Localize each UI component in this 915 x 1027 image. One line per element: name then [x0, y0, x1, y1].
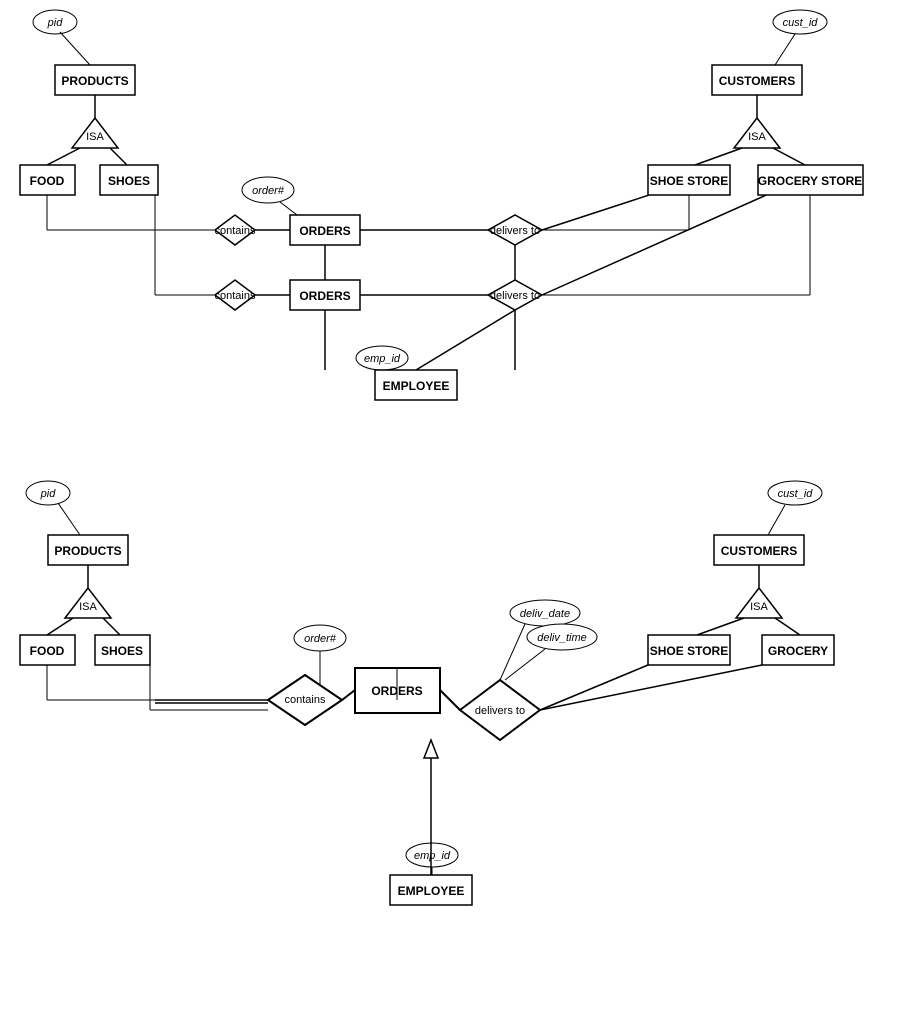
attr-order-bot-label: order#	[304, 633, 337, 645]
attr-order-top-label: order#	[252, 185, 285, 197]
er-diagram: pid PRODUCTS ISA FOOD SHOES order# ORDER…	[0, 0, 915, 1022]
line-delivers-grocery-bot	[540, 665, 762, 710]
line-contains-orders-bot	[342, 690, 355, 700]
line-isa-food-bot	[47, 618, 73, 635]
attr-pid-bot-label: pid	[40, 488, 57, 500]
entity-shoestore-top-label: SHOE STORE	[650, 174, 728, 188]
entity-orders-top2-label: ORDERS	[299, 289, 350, 303]
isa-customers-top-label: ISA	[748, 131, 766, 143]
entity-shoes-top-label: SHOES	[108, 174, 150, 188]
entity-employee-top-label: EMPLOYEE	[383, 379, 450, 393]
entity-grocerystore-top-label: GROCERY STORE	[758, 174, 862, 188]
line-custid-customers-top	[775, 34, 795, 65]
attr-delivdate-bot-label: deliv_date	[520, 608, 570, 620]
line-order-orders-top	[280, 202, 297, 215]
line-isa-grocery-top	[773, 148, 805, 165]
entity-shoes-bot-label: SHOES	[101, 644, 143, 658]
line-pid-products-bot	[58, 503, 80, 535]
line-isa-shoes-top	[110, 148, 127, 165]
line-isa-shoes-bot	[103, 618, 120, 635]
entity-grocery-bot-label: GROCERY	[768, 644, 828, 658]
isa-customers-bot-label: ISA	[750, 601, 768, 613]
isa-products-top-label: ISA	[86, 131, 104, 143]
rel-delivers-top2-label: delivers to	[490, 290, 540, 302]
entity-food-bot-label: FOOD	[30, 644, 65, 658]
entity-employee-bot-label: EMPLOYEE	[398, 884, 465, 898]
rel-contains-bot-label: contains	[285, 694, 326, 706]
entity-customers-top-label: CUSTOMERS	[719, 74, 795, 88]
attr-empid-bot-label: emp_id	[414, 850, 451, 862]
arrow-employee-delivers-bot	[424, 740, 438, 758]
attr-custid-top-label: cust_id	[783, 17, 819, 29]
line-custid-customers-bot	[768, 505, 785, 535]
entity-products-top-label: PRODUCTS	[61, 74, 128, 88]
attr-pid-top-label: pid	[47, 17, 64, 29]
attr-custid-bot-label: cust_id	[778, 488, 814, 500]
line-isa-grocery-bot	[775, 618, 800, 635]
line-delivers-shoestore-bot	[540, 665, 648, 710]
rel-contains-top1-label: contains	[215, 225, 256, 237]
entity-shoestore-bot-label: SHOE STORE	[650, 644, 728, 658]
line-isa-shoestore-top	[695, 148, 742, 165]
line-isa-shoestore-bot	[697, 618, 744, 635]
line-delivers2-grocery	[542, 180, 800, 295]
entity-products-bot-label: PRODUCTS	[54, 544, 121, 558]
rel-delivers-bot-label: delivers to	[475, 705, 525, 717]
entity-food-top-label: FOOD	[30, 174, 65, 188]
entity-customers-bot-label: CUSTOMERS	[721, 544, 797, 558]
line-delivtime-delivers-bot	[505, 649, 545, 680]
line-delivdate-delivers-bot	[500, 624, 525, 680]
rel-contains-top2-label: contains	[215, 290, 256, 302]
rel-delivers-top1-label: delivers to	[490, 225, 540, 237]
attr-delivtime-bot-label: deliv_time	[537, 632, 587, 644]
attr-empid-top-label: emp_id	[364, 353, 401, 365]
isa-products-bot-label: ISA	[79, 601, 97, 613]
line-isa-food-top	[47, 148, 80, 165]
line-delivers-employee-top	[416, 310, 515, 370]
line-orders-delivers-bot	[440, 690, 460, 710]
line-pid-products-top	[60, 32, 90, 65]
entity-orders-top1-label: ORDERS	[299, 224, 350, 238]
